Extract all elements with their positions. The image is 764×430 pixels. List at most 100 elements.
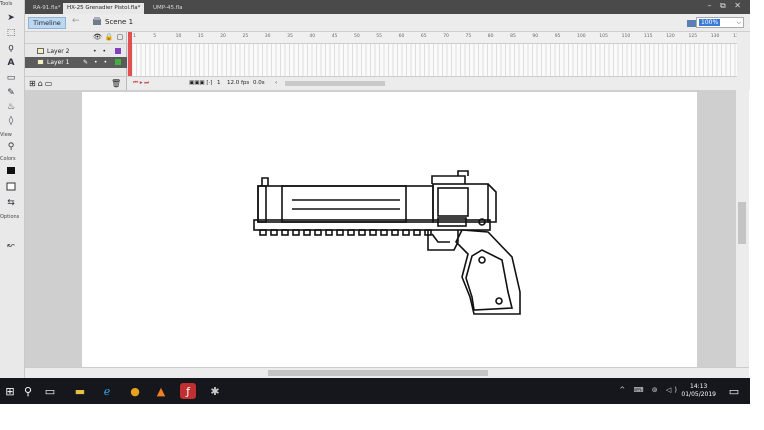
frame-ruler-tick: 100 <box>577 34 586 39</box>
layer-row-selected[interactable]: Layer 1 ✎•• <box>25 57 127 68</box>
frame-ruler-tick: 125 <box>688 34 698 39</box>
frame-status-bar: ⏮ ▸ ⏭ ▣▣▣ [·] 1 12.0 fps 0.0s ‹ <box>127 76 737 90</box>
frame-scrollbar[interactable] <box>285 81 385 86</box>
view-panel-label: View <box>0 132 12 138</box>
selection-tool-icon[interactable]: ➤ <box>3 12 19 24</box>
new-layer-icon[interactable]: ⊞⌂▭ <box>29 79 54 88</box>
pencil-tool-icon[interactable]: ✎ <box>3 87 19 99</box>
frame-ruler-tick: 130 <box>710 34 720 39</box>
animate-app-icon[interactable]: ƒ <box>180 383 196 399</box>
chrome-icon[interactable]: ● <box>127 383 143 399</box>
layer-toggles[interactable]: •• <box>93 46 112 57</box>
delete-layer-icon[interactable]: 🗑 <box>111 79 121 88</box>
snap-option-icon[interactable]: ↜ <box>3 240 19 252</box>
layer-icon <box>37 48 44 54</box>
lasso-tool-icon[interactable]: ϙ <box>3 42 19 54</box>
swap-colors-icon[interactable]: ⇆ <box>3 197 19 209</box>
fill-color-icon[interactable] <box>3 181 19 193</box>
back-arrow-icon[interactable]: ← <box>72 16 80 26</box>
vertical-scroll-thumb[interactable] <box>738 202 746 244</box>
rectangle-tool-icon[interactable]: ▭ <box>3 72 19 84</box>
zoom-value: 100% <box>699 19 721 26</box>
current-frame: 1 <box>217 80 221 86</box>
timeline-vertical-scrollbar[interactable] <box>737 32 750 90</box>
timeline-button[interactable]: Timeline <box>28 17 66 29</box>
layer-toggles[interactable]: ✎•• <box>83 57 113 68</box>
blank-area <box>0 404 764 430</box>
layer-panel: 👁🔒▢ Layer 2 •• Layer 1 ✎•• ⊞⌂▭ 🗑 <box>25 32 127 90</box>
options-panel-label: Options <box>0 214 20 220</box>
playhead[interactable] <box>128 32 132 76</box>
search-icon[interactable]: ⚲ <box>20 383 36 399</box>
frame-ruler-tick: 70 <box>443 34 449 39</box>
frame-ruler-tick: 35 <box>287 34 293 39</box>
chevron-down-icon[interactable]: ⌵ <box>736 18 741 27</box>
horizontal-scroll-thumb[interactable] <box>268 370 488 376</box>
free-transform-tool-icon[interactable]: ⬚ <box>3 27 19 39</box>
notifications-icon[interactable]: ▭ <box>726 383 742 399</box>
layer-row[interactable]: Layer 2 •• <box>25 46 127 57</box>
system-tray-icons[interactable]: ^ ⌨ ⊚ ◁) <box>619 386 680 394</box>
edge-browser-icon[interactable]: ℯ <box>99 383 115 399</box>
frame-ruler-tick: 120 <box>666 34 675 39</box>
frame-ruler-tick: 1 <box>133 34 136 39</box>
taskbar-clock[interactable]: 14:13 01/05/2019 <box>681 383 716 399</box>
zoom-select[interactable]: 100% ⌵ <box>696 17 744 28</box>
frame-ruler-tick: 65 <box>420 34 427 39</box>
frame-ruler-tick: 15 <box>197 34 204 39</box>
vlc-icon[interactable]: ▲ <box>153 383 169 399</box>
frame-ruler[interactable]: 1 5 10 15 20 25 30 35 40 45 50 55 60 65 70 75 80 85 90 95 10… <box>127 32 742 44</box>
start-icon[interactable]: ⊞ <box>2 383 18 399</box>
doc-tab-hx25[interactable]: HX-25 Grenadier Pistol.fla* <box>63 3 145 14</box>
tools-panel-label: Tools <box>0 1 13 7</box>
task-view-icon[interactable]: ▭ <box>42 383 58 399</box>
layer-outline-color[interactable] <box>115 59 121 65</box>
frame-rate: 12.0 fps <box>227 80 250 86</box>
doc-tab-ra91[interactable]: RA-91.fla* <box>29 3 65 14</box>
document-tab-bar: RA-91.fla* HX-25 Grenadier Pistol.fla* U… <box>25 0 750 14</box>
frame-ruler-tick: 60 <box>398 34 405 39</box>
frame-ruler-tick: 40 <box>309 34 316 39</box>
animate-app-window: Tools ➤ ⬚ ϙ A ▭ ✎ ♨ ◊ View ⚲ Colors ⇆ Op… <box>0 0 764 430</box>
colors-panel-label: Colors <box>0 156 16 162</box>
paint-app-icon[interactable]: ✱ <box>207 383 223 399</box>
frame-ruler-tick: 75 <box>465 34 472 39</box>
timeline-header: Timeline ← Scene 1 100% ⌵ <box>25 14 750 32</box>
layer-header: 👁🔒▢ <box>25 32 127 44</box>
file-explorer-icon[interactable]: ▬ <box>72 383 88 399</box>
frame-ruler-tick: 25 <box>242 34 249 39</box>
onion-skin-icons[interactable]: ▣▣▣ [·] <box>189 77 212 90</box>
doc-tab-ump45[interactable]: UMP-45.fla <box>149 3 187 14</box>
layer-name: Layer 1 <box>47 59 70 66</box>
right-edge <box>750 0 764 378</box>
frame-ruler-tick: 50 <box>354 34 360 39</box>
playhead-controls-icon[interactable]: ⏮ ▸ ⏭ <box>133 77 149 90</box>
pistol-drawing[interactable] <box>82 92 697 367</box>
frame-ruler-tick: 80 <box>487 34 494 39</box>
layer-tools: ⊞⌂▭ 🗑 <box>25 76 127 90</box>
clock-date: 01/05/2019 <box>681 391 716 398</box>
paint-bucket-tool-icon[interactable]: ♨ <box>3 101 19 113</box>
scene-label: Scene 1 <box>105 18 134 26</box>
stage-horizontal-scrollbar[interactable] <box>25 367 749 378</box>
layer-visibility-lock-outline-icons[interactable]: 👁🔒▢ <box>93 33 126 41</box>
text-tool-icon[interactable]: A <box>3 57 19 69</box>
layer-outline-color[interactable] <box>115 48 121 54</box>
frame-ruler-tick: 30 <box>264 34 271 39</box>
layer-name: Layer 2 <box>47 48 70 55</box>
frames-area[interactable]: 1 5 10 15 20 25 30 35 40 45 50 55 60 65 70 75 80 85 90 95 10… <box>127 32 742 90</box>
stage-canvas[interactable] <box>82 92 697 367</box>
frame-ruler-tick: 20 <box>220 34 226 39</box>
frame-ruler-tick: 105 <box>599 34 608 39</box>
window-controls[interactable]: – ⧉ ✕ <box>707 1 744 11</box>
stage-pasteboard <box>25 90 736 367</box>
scene-icon <box>93 17 101 25</box>
zoom-tool-icon[interactable]: ⚲ <box>3 141 19 153</box>
eraser-tool-icon[interactable]: ◊ <box>3 115 19 127</box>
frame-grid[interactable] <box>127 44 737 76</box>
windows-taskbar: ⊞ ⚲ ▭ ▬ ℯ ● ▲ ƒ ✱ ^ ⌨ ⊚ ◁) 14:13 01/05/2… <box>0 378 750 404</box>
stroke-color-icon[interactable] <box>3 165 19 177</box>
stage-vertical-scrollbar[interactable] <box>736 90 749 367</box>
scroll-left-icon[interactable]: ‹ <box>275 77 277 90</box>
frame-ruler-tick: 95 <box>554 34 561 39</box>
